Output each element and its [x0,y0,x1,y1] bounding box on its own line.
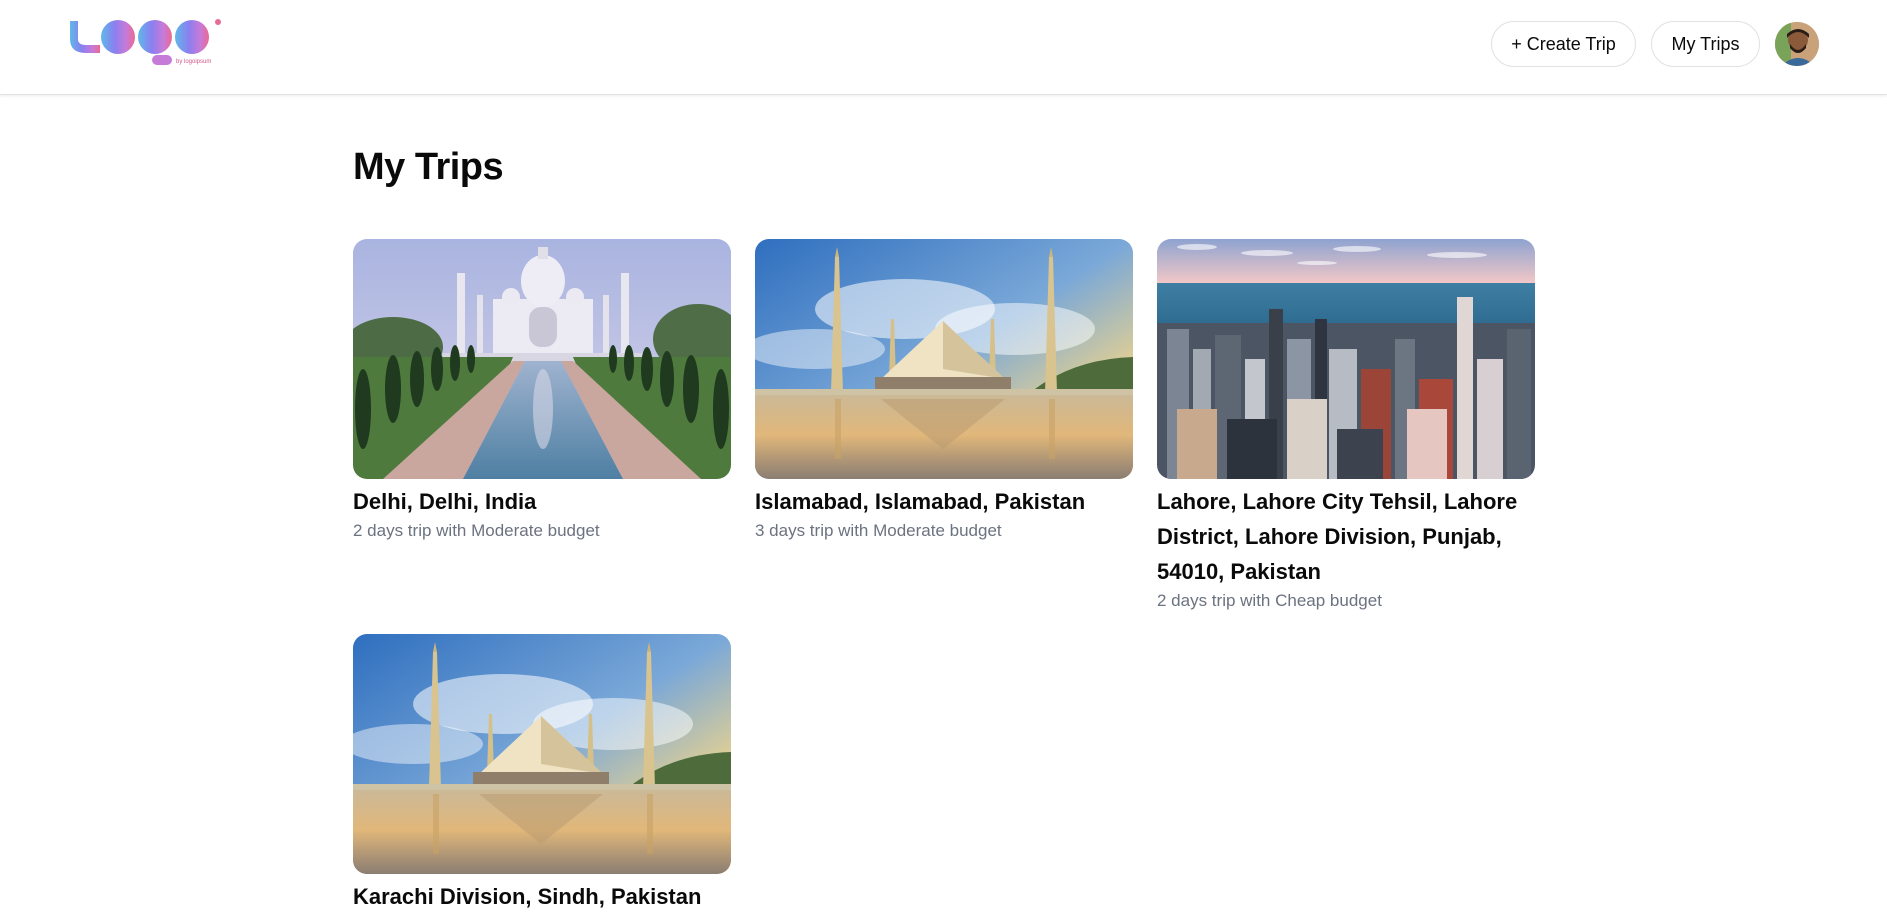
trip-location: Lahore, Lahore City Tehsil, Lahore Distr… [1157,489,1518,584]
trip-image[interactable] [755,239,1133,479]
trip-summary: 2 days trip with Moderate budget [353,521,600,540]
faisal-mosque-photo-icon [755,239,1133,479]
trip-location: Islamabad, Islamabad, Pakistan [755,489,1086,514]
trip-summary: 2 days trip with Cheap budget [1157,591,1382,610]
logo[interactable]: by logoipsum [66,17,226,71]
my-trips-button[interactable]: My Trips [1651,21,1760,67]
taj-mahal-photo-icon [353,239,731,479]
trip-card[interactable]: Delhi, Delhi, India 2 days trip with Mod… [353,239,731,543]
trip-summary: 3 days trip with Moderate budget [755,521,1002,540]
user-avatar[interactable] [1775,22,1819,66]
create-trip-button[interactable]: + Create Trip [1491,21,1636,67]
trip-card[interactable]: Lahore, Lahore City Tehsil, Lahore Distr… [1157,239,1535,613]
page-title: My Trips [353,146,504,188]
trip-image[interactable] [353,239,731,479]
city-skyline-photo-icon [1157,239,1535,479]
top-navbar: by logoipsum + Create Trip My Trips [0,0,1887,95]
user-avatar-icon [1775,22,1819,66]
trip-image[interactable] [353,634,731,874]
trip-card[interactable]: Islamabad, Islamabad, Pakistan 3 days tr… [755,239,1133,543]
faisal-mosque-photo-icon [353,634,731,874]
trip-location: Delhi, Delhi, India [353,489,537,514]
trip-image[interactable] [1157,239,1535,479]
trip-card[interactable]: Karachi Division, Sindh, Pakistan [353,634,731,914]
trip-location: Karachi Division, Sindh, Pakistan [353,884,702,909]
logo-tagline: by logoipsum [176,59,212,65]
